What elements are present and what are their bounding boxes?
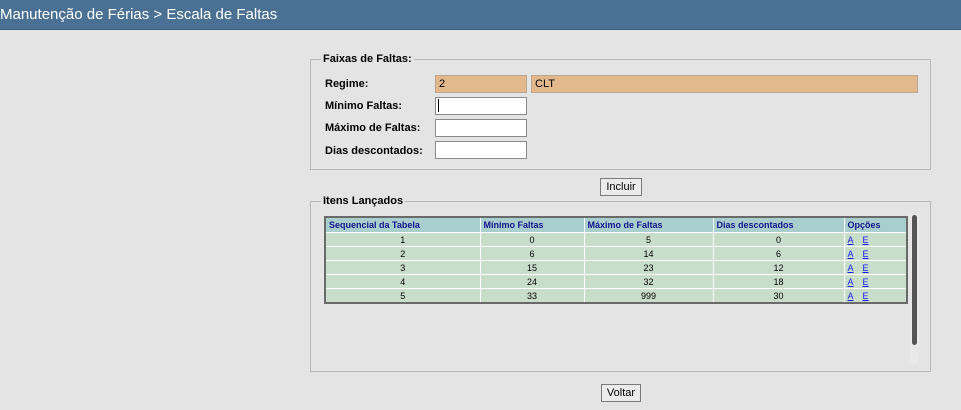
excluir-link[interactable]: E — [863, 291, 869, 301]
dias-descontados-input[interactable] — [435, 141, 527, 159]
cell-sequencial: 5 — [324, 288, 481, 304]
table-row: 5 33 999 30 AE — [324, 288, 908, 304]
page-title: Manutenção de Férias > Escala de Faltas — [0, 6, 278, 23]
alterar-link[interactable]: A — [848, 235, 854, 245]
itens-legend: Itens Lançados — [323, 195, 404, 207]
table-row: 3 15 23 12 AE — [324, 260, 908, 275]
table-scrollbar-thumb[interactable] — [912, 215, 917, 345]
cell-sequencial: 2 — [324, 246, 481, 261]
cell-dias: 0 — [712, 232, 845, 247]
cell-maximo: 23 — [583, 260, 714, 275]
cell-minimo: 24 — [479, 274, 585, 289]
cell-minimo: 33 — [479, 288, 585, 304]
regime-code-field — [435, 75, 527, 93]
voltar-button[interactable]: Voltar — [601, 384, 641, 402]
cell-maximo: 999 — [583, 288, 714, 304]
table-row: 4 24 32 18 AE — [324, 274, 908, 289]
table-header-row: Sequencial da Tabela Mínimo Faltas Máxim… — [324, 216, 908, 233]
column-header: Máximo de Faltas — [583, 216, 714, 233]
itens-table: Sequencial da Tabela Mínimo Faltas Máxim… — [324, 216, 908, 304]
cell-minimo: 15 — [479, 260, 585, 275]
cell-opcoes: AE — [843, 260, 908, 275]
column-header: Dias descontados — [712, 216, 845, 233]
alterar-link[interactable]: A — [848, 291, 854, 301]
cell-maximo: 14 — [583, 246, 714, 261]
cell-minimo: 6 — [479, 246, 585, 261]
minimo-faltas-input[interactable] — [435, 97, 527, 115]
text-cursor — [438, 99, 439, 112]
cell-maximo: 32 — [583, 274, 714, 289]
title-bar: Manutenção de Férias > Escala de Faltas — [0, 0, 961, 30]
alterar-link[interactable]: A — [848, 277, 854, 287]
cell-dias: 12 — [712, 260, 845, 275]
cell-minimo: 0 — [479, 232, 585, 247]
alterar-link[interactable]: A — [848, 263, 854, 273]
cell-maximo: 5 — [583, 232, 714, 247]
cell-sequencial: 1 — [324, 232, 481, 247]
excluir-link[interactable]: E — [863, 235, 869, 245]
maximo-faltas-input[interactable] — [435, 119, 527, 137]
excluir-link[interactable]: E — [863, 277, 869, 287]
cell-dias: 30 — [712, 288, 845, 304]
column-header: Opções — [843, 216, 908, 233]
cell-opcoes: AE — [843, 288, 908, 304]
cell-sequencial: 4 — [324, 274, 481, 289]
regime-name-field — [531, 75, 918, 93]
incluir-button[interactable]: Incluir — [600, 178, 642, 196]
table-row: 1 0 5 0 AE — [324, 232, 908, 247]
cell-opcoes: AE — [843, 246, 908, 261]
cell-dias: 6 — [712, 246, 845, 261]
excluir-link[interactable]: E — [863, 249, 869, 259]
dias-descontados-label: Dias descontados: — [325, 145, 423, 157]
cell-dias: 18 — [712, 274, 845, 289]
column-header: Sequencial da Tabela — [324, 216, 481, 233]
table-row: 2 6 14 6 AE — [324, 246, 908, 261]
alterar-link[interactable]: A — [848, 249, 854, 259]
column-header: Mínimo Faltas — [479, 216, 585, 233]
cell-opcoes: AE — [843, 232, 908, 247]
maximo-faltas-label: Máximo de Faltas: — [325, 122, 421, 134]
minimo-faltas-label: Mínimo Faltas: — [325, 100, 403, 112]
faixas-legend: Faixas de Faltas: — [323, 53, 412, 65]
cell-opcoes: AE — [843, 274, 908, 289]
regime-label: Regime: — [325, 78, 369, 90]
excluir-link[interactable]: E — [863, 263, 869, 273]
cell-sequencial: 3 — [324, 260, 481, 275]
